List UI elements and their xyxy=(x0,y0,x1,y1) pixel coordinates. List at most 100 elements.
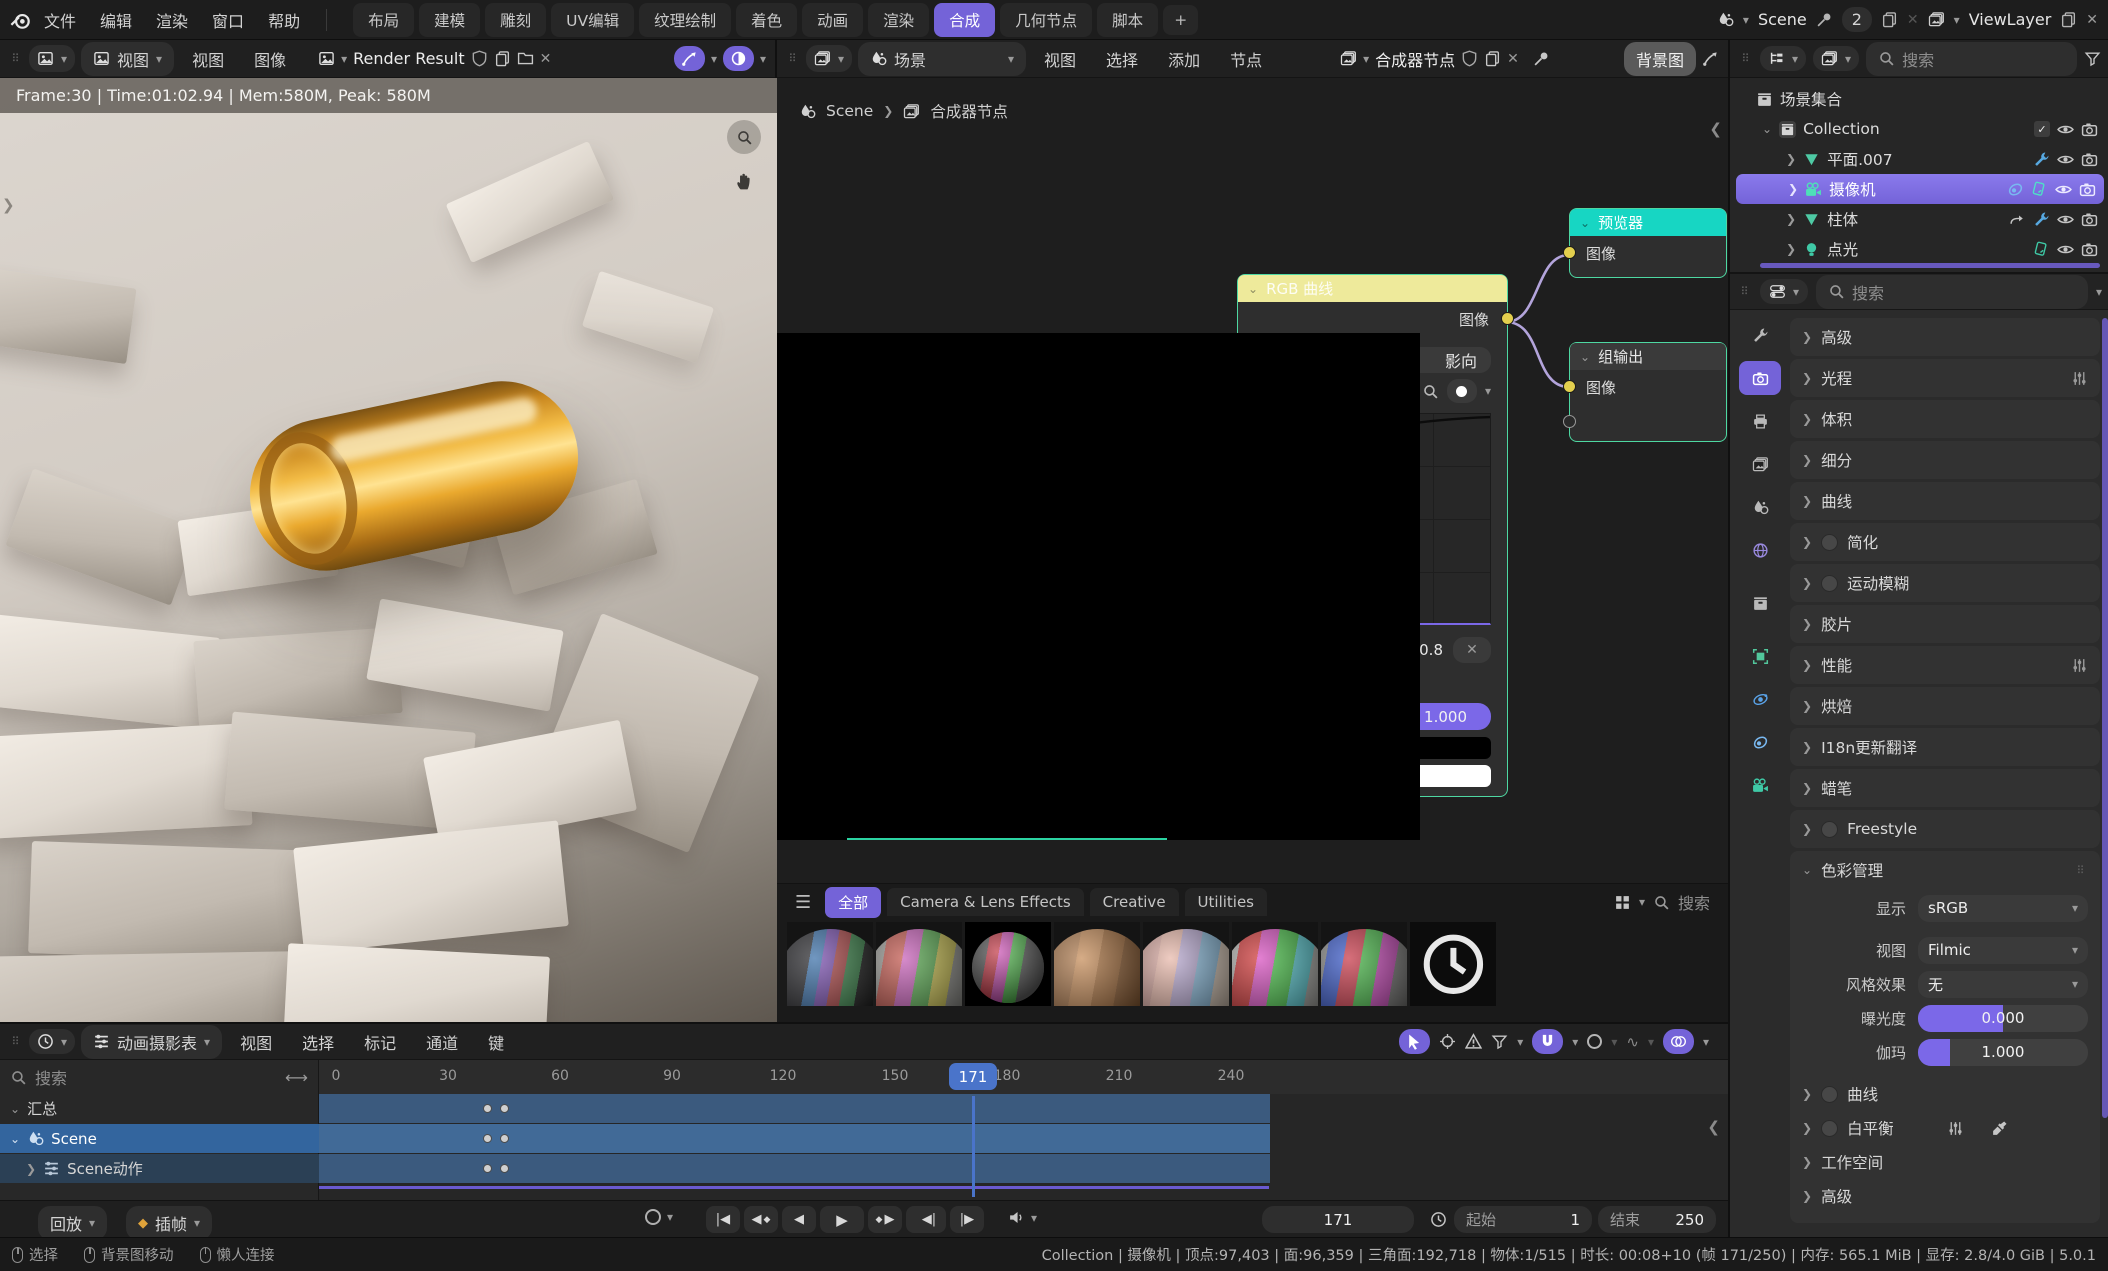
copy-icon[interactable] xyxy=(494,50,511,67)
compositor-backdrop[interactable] xyxy=(777,333,1420,840)
outliner-search[interactable]: 搜索 xyxy=(1866,42,2077,76)
image-name[interactable]: Render Result xyxy=(353,49,464,68)
audio-sync-icon[interactable] xyxy=(1008,1209,1025,1226)
only-selected-toggle[interactable] xyxy=(1399,1029,1430,1054)
blender-logo-icon[interactable] xyxy=(10,9,32,31)
chevron-down-icon[interactable]: ▾ xyxy=(1743,14,1749,26)
menu-view[interactable]: 视图 xyxy=(180,41,236,77)
collapse-chevron-icon[interactable]: ⌄ xyxy=(1580,351,1590,363)
delete-point-button[interactable]: ✕ xyxy=(1453,637,1491,663)
next-keyframe-button[interactable]: ◆▶ xyxy=(868,1206,902,1233)
row-point-light[interactable]: ❯ 点光 xyxy=(1734,234,2106,264)
tab-object-data[interactable] xyxy=(1739,768,1781,802)
tab-texture-paint[interactable]: 纹理绘制 xyxy=(639,3,731,37)
tab-shading[interactable]: 着色 xyxy=(736,3,797,37)
region-expand-icon[interactable]: ❯ xyxy=(2,196,15,214)
keyframe-dot[interactable] xyxy=(500,1164,509,1173)
modifier-wrench-icon[interactable] xyxy=(2033,151,2050,168)
copy-icon[interactable] xyxy=(1881,11,1898,28)
render-camera-icon[interactable] xyxy=(2079,181,2096,198)
scene-selector[interactable]: 场景 ▾ xyxy=(858,42,1026,76)
image-input-socket[interactable] xyxy=(1563,380,1576,393)
zoom-gizmo[interactable] xyxy=(727,120,761,154)
panel-subdivision[interactable]: ❯细分 xyxy=(1790,441,2100,479)
pan-gizmo[interactable] xyxy=(727,164,761,198)
copy-icon[interactable] xyxy=(1484,50,1501,67)
keyframe-dot[interactable] xyxy=(500,1104,509,1113)
group-output-node-header[interactable]: ⌄ 组输出 xyxy=(1570,343,1726,370)
channel-scene-action[interactable]: ❯ Scene动作 xyxy=(0,1154,319,1183)
channel-search[interactable]: 搜索 ⟷ xyxy=(0,1060,318,1094)
chevron-down-icon[interactable]: ▾ xyxy=(1031,1212,1037,1224)
asset-thumb[interactable] xyxy=(787,922,873,1006)
keyframe-dot[interactable] xyxy=(500,1134,509,1143)
virtual-input-socket[interactable] xyxy=(1563,415,1576,428)
viewer-node-header[interactable]: ⌄ 预览器 xyxy=(1570,209,1726,236)
grid-view-icon[interactable] xyxy=(1614,894,1631,911)
gizmo-toggle[interactable] xyxy=(674,46,705,71)
display-filter-button[interactable]: ▾ xyxy=(1813,46,1859,71)
asset-thumb[interactable] xyxy=(1232,922,1318,1006)
shelf-search-placeholder[interactable]: 搜索 xyxy=(1678,890,1710,914)
nodetree-icon[interactable] xyxy=(1340,50,1357,67)
row-camera-selected[interactable]: ❯ 摄像机 xyxy=(1736,174,2104,204)
editor-grip[interactable]: ⠿ xyxy=(9,1035,23,1048)
curve-arrow-icon[interactable] xyxy=(2009,211,2026,228)
keying-popover[interactable]: ◆ 插帧 ▾ xyxy=(126,1206,212,1240)
panel-freestyle[interactable]: ❯Freestyle xyxy=(1790,810,2100,848)
add-workspace-button[interactable]: + xyxy=(1163,5,1198,35)
subpanel-curves[interactable]: ❯ 曲线 xyxy=(1790,1077,2100,1111)
expand-chevron-icon[interactable]: ❯ xyxy=(1786,243,1796,255)
scene-users-count[interactable]: 2 xyxy=(1842,7,1872,32)
chevron-down-icon[interactable]: ▾ xyxy=(1611,1036,1617,1048)
autokey-record-icon[interactable] xyxy=(645,1209,661,1225)
rgb-curves-node-header[interactable]: ⌄ RGB 曲线 xyxy=(1238,275,1507,302)
backdrop-toggle-button[interactable]: 背景图 xyxy=(1624,42,1696,76)
hide-eye-icon[interactable] xyxy=(2057,211,2074,228)
image-input-socket[interactable] xyxy=(1563,246,1576,259)
presets-icon[interactable] xyxy=(1947,1120,1964,1137)
asset-thumb[interactable] xyxy=(1054,922,1140,1006)
falloff-curve-icon[interactable]: ∿ xyxy=(1626,1033,1639,1051)
tab-constraints[interactable] xyxy=(1739,725,1781,759)
chevron-down-icon[interactable]: ▾ xyxy=(711,53,717,65)
point-x-value[interactable]: 0.8 xyxy=(1419,641,1443,659)
close-icon[interactable]: ✕ xyxy=(1907,12,1919,28)
properties-search[interactable]: 搜索 xyxy=(1816,275,2088,309)
editor-type-button[interactable]: ▾ xyxy=(29,45,75,72)
chevron-down-icon[interactable]: ▾ xyxy=(1363,53,1369,65)
panel-color-management-header[interactable]: ⌄ 色彩管理 ⠿ xyxy=(1790,851,2100,889)
animation-icon[interactable] xyxy=(2031,181,2048,198)
shelf-tab-camera-lens[interactable]: Camera & Lens Effects xyxy=(887,888,1084,916)
frame-start-field[interactable]: 起始 1 xyxy=(1454,1206,1592,1233)
tab-render[interactable] xyxy=(1739,361,1781,395)
panel-curves[interactable]: ❯曲线 xyxy=(1790,482,2100,520)
tab-geometry-nodes[interactable]: 几何节点 xyxy=(1000,3,1092,37)
image-output-socket[interactable] xyxy=(1501,312,1514,325)
row-collection[interactable]: ⌄ Collection ✓ xyxy=(1734,114,2106,144)
chevron-down-icon[interactable]: ▾ xyxy=(1517,1036,1523,1048)
playback-popover[interactable]: 回放 ▾ xyxy=(38,1206,107,1240)
warning-icon[interactable] xyxy=(1465,1033,1482,1050)
tab-view-layer[interactable] xyxy=(1739,447,1781,481)
viewlayer-icon[interactable] xyxy=(1928,11,1945,28)
channel-summary[interactable]: ⌄ 汇总 xyxy=(0,1094,319,1123)
panel-toggle[interactable] xyxy=(1821,534,1838,551)
chevron-down-icon[interactable]: ▾ xyxy=(2096,286,2102,298)
display-mode-pulldown[interactable]: 视图 ▾ xyxy=(81,42,174,76)
panel-performance[interactable]: ❯性能 xyxy=(1790,646,2100,684)
tab-tool[interactable] xyxy=(1739,318,1781,352)
chevron-down-icon[interactable]: ▾ xyxy=(1485,385,1491,397)
hide-eye-icon[interactable] xyxy=(2055,181,2072,198)
filter-funnel-icon[interactable] xyxy=(2084,50,2101,67)
menu-image[interactable]: 图像 xyxy=(242,41,298,77)
shelf-tab-utilities[interactable]: Utilities xyxy=(1185,888,1267,916)
outliner-type-button[interactable]: ▾ xyxy=(1760,46,1806,71)
frame-end-field[interactable]: 结束 250 xyxy=(1598,1206,1716,1233)
curve-point-button[interactable] xyxy=(1447,379,1477,403)
nodetree-name[interactable]: 合成器节点 xyxy=(1375,47,1455,71)
proportional-edit-icon[interactable] xyxy=(1587,1034,1602,1049)
tab-world[interactable] xyxy=(1739,533,1781,567)
exposure-slider[interactable]: 0.000 xyxy=(1918,1005,2088,1032)
panel-toggle[interactable] xyxy=(1821,821,1838,838)
